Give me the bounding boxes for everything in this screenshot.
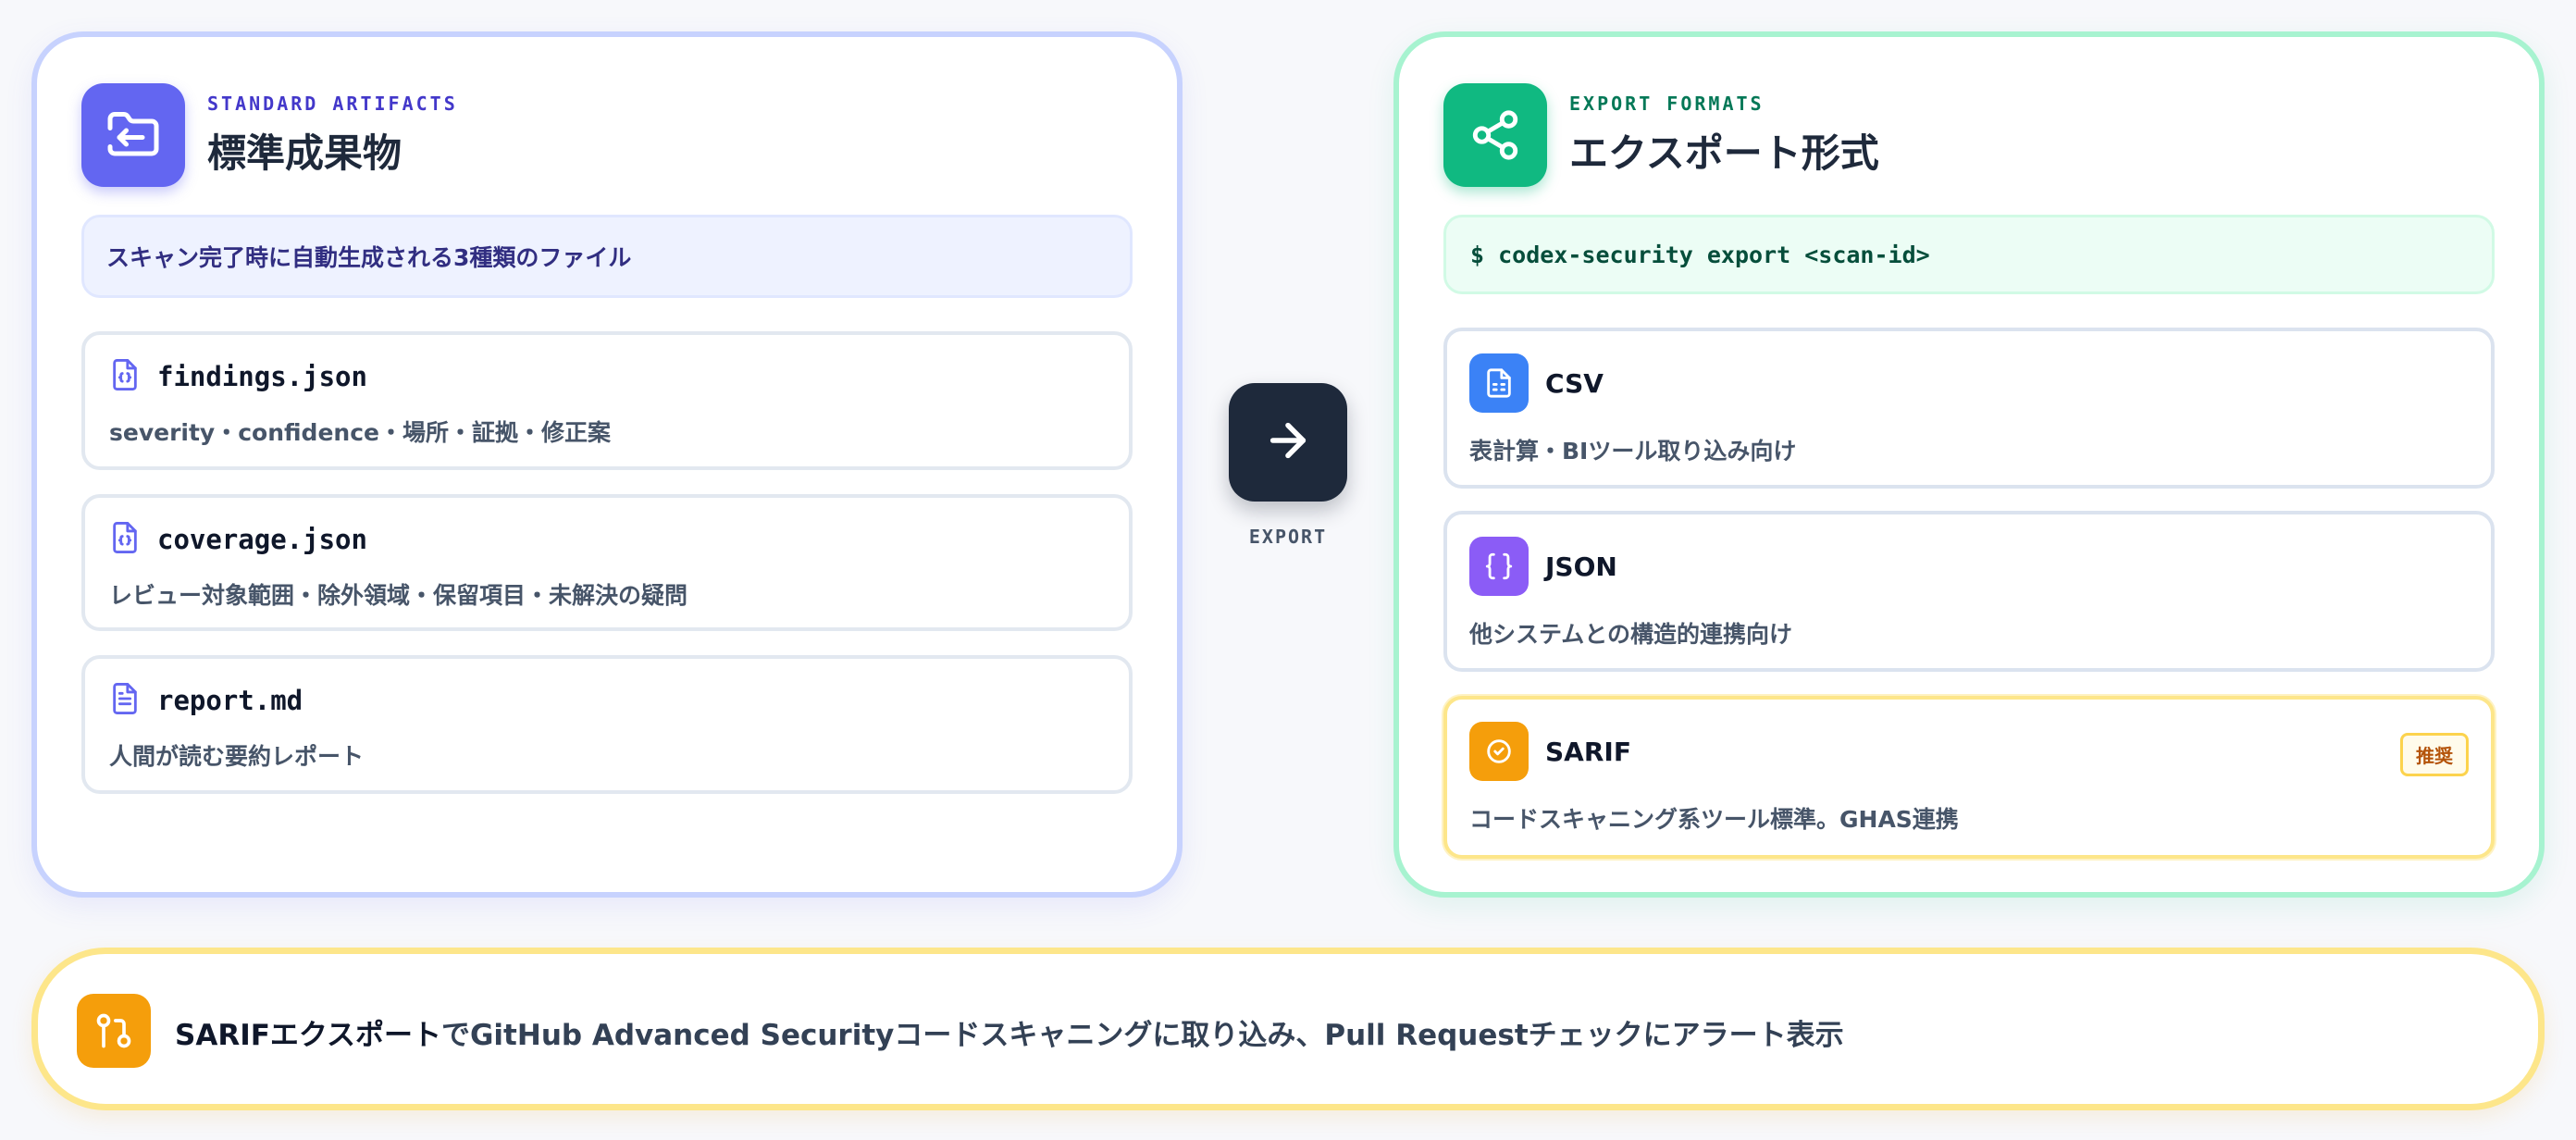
file-json-icon <box>109 357 141 396</box>
arrow-right-icon <box>1262 415 1314 470</box>
integration-note-emphasis: SARIFエクスポート <box>175 1019 441 1052</box>
file-name: coverage.json <box>157 524 367 555</box>
export-command: $ codex-security export <scan-id> <box>1443 215 2495 294</box>
file-card-coverage: coverage.json レビュー対象範囲・除外領域・保留項目・未解決の疑問 <box>81 494 1133 631</box>
format-name: CSV <box>1545 367 1604 399</box>
folder-input-icon <box>81 83 185 187</box>
format-card-sarif: SARIF 推奨 コードスキャニング系ツール標準。GHAS連携 <box>1443 696 2495 859</box>
format-card-csv: CSV 表計算・BIツール取り込み向け <box>1443 328 2495 489</box>
integration-note-text: SARIFエクスポートでGitHub Advanced Securityコードス… <box>175 1011 1844 1053</box>
section-kicker: STANDARD ARTIFACTS <box>207 92 458 115</box>
section-title: 標準成果物 <box>207 130 402 176</box>
file-description: レビュー対象範囲・除外領域・保留項目・未解決の疑問 <box>109 582 688 609</box>
sarif-integration-note: SARIFエクスポートでGitHub Advanced Securityコードス… <box>31 948 2545 1110</box>
file-description: severity・confidence・場所・証拠・修正案 <box>109 419 611 446</box>
format-description: コードスキャニング系ツール標準。GHAS連携 <box>1469 806 1959 833</box>
format-name: JSON <box>1545 551 1617 582</box>
recommended-badge: 推奨 <box>2400 733 2469 776</box>
export-formats-header: EXPORT FORMATS エクスポート形式 <box>1443 83 1879 187</box>
integration-note-body: でGitHub Advanced Securityコードスキャニングに取り込み、… <box>440 1019 1844 1052</box>
file-card-report: report.md 人間が読む要約レポート <box>81 655 1133 794</box>
export-label: EXPORT <box>1248 526 1328 548</box>
file-description: 人間が読む要約レポート <box>109 743 365 770</box>
check-badge-icon <box>1469 722 1529 781</box>
file-text-icon <box>109 681 141 720</box>
export-formats-panel: EXPORT FORMATS エクスポート形式 $ codex-security… <box>1393 31 2545 898</box>
file-name: findings.json <box>157 361 367 392</box>
spreadsheet-file-icon <box>1469 353 1529 413</box>
file-name: report.md <box>157 685 303 716</box>
share-icon <box>1443 83 1547 187</box>
braces-icon <box>1469 537 1529 596</box>
artifacts-subtitle: スキャン完了時に自動生成される3種類のファイル <box>81 215 1133 298</box>
format-name: SARIF <box>1545 736 1631 767</box>
section-title: エクスポート形式 <box>1569 130 1879 176</box>
git-pull-request-icon <box>77 994 151 1068</box>
section-kicker: EXPORT FORMATS <box>1569 92 1765 115</box>
format-card-json: JSON 他システムとの構造的連携向け <box>1443 511 2495 672</box>
export-arrow <box>1229 383 1347 502</box>
file-card-findings: findings.json severity・confidence・場所・証拠・… <box>81 331 1133 470</box>
standard-artifacts-panel: STANDARD ARTIFACTS 標準成果物 スキャン完了時に自動生成される… <box>31 31 1183 898</box>
standard-artifacts-header: STANDARD ARTIFACTS 標準成果物 <box>81 83 458 187</box>
format-description: 表計算・BIツール取り込み向け <box>1469 438 1797 465</box>
file-json-icon <box>109 520 141 559</box>
format-description: 他システムとの構造的連携向け <box>1469 621 1793 648</box>
